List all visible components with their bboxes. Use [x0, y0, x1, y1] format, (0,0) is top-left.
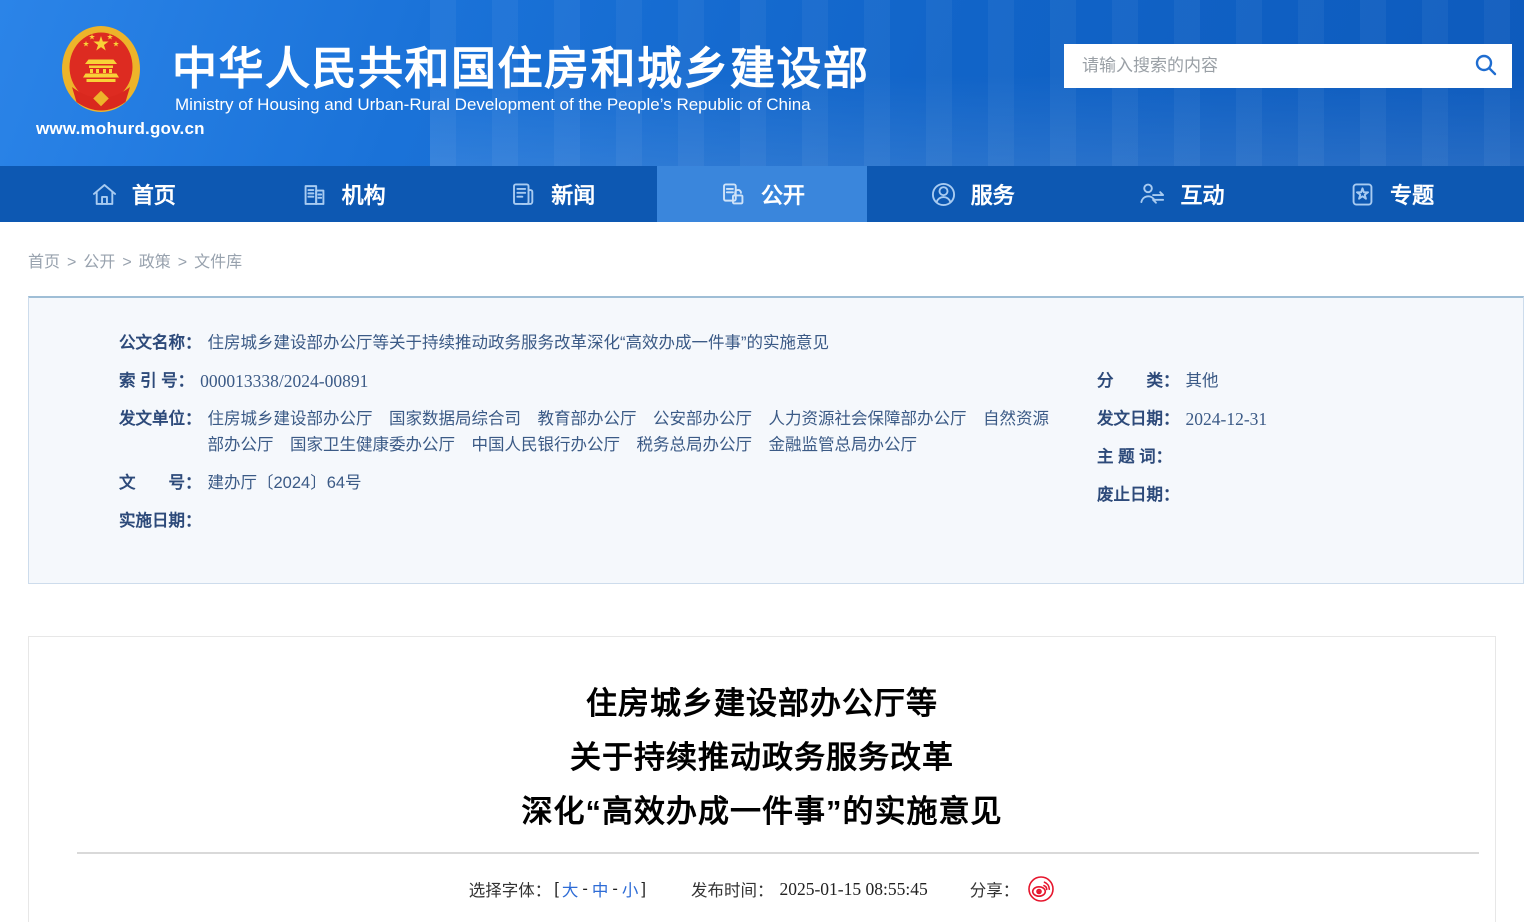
nav-label: 服务: [971, 178, 1015, 210]
weibo-icon[interactable]: [1027, 875, 1055, 903]
interaction-icon: [1138, 180, 1167, 209]
index-number-label: 索 引 号：: [119, 368, 194, 394]
breadcrumb-separator: >: [67, 254, 76, 271]
category-label: 分 类：: [1097, 368, 1180, 394]
main-navigation: 首页 机构 新闻: [0, 166, 1524, 222]
meta-row-repeal-date: 废止日期：: [1097, 482, 1483, 508]
implementation-date-label: 实施日期：: [119, 508, 202, 534]
search-icon: [1473, 52, 1499, 81]
nav-inner: 首页 机构 新闻: [28, 166, 1496, 222]
document-meta-box: 公文名称： 住房城乡建设部办公厅等关于持续推动政务服务改革深化“高效办成一件事”…: [28, 296, 1524, 584]
search-button[interactable]: [1460, 44, 1512, 88]
search-box: [1064, 44, 1512, 88]
service-icon: [929, 180, 958, 209]
article-title-line1: 住房城乡建设部办公厅等: [29, 677, 1495, 731]
nav-label: 互动: [1180, 178, 1224, 210]
breadcrumb: 首页 > 公开 > 政策 > 文件库: [28, 248, 1496, 270]
font-bracket-open: [: [554, 880, 559, 899]
repeal-date-label: 废止日期：: [1097, 482, 1180, 508]
font-dash: -: [582, 880, 588, 899]
meta-row-name: 公文名称： 住房城乡建设部办公厅等关于持续推动政务服务改革深化“高效办成一件事”…: [119, 330, 1483, 356]
meta-row-docnum: 文 号： 建办厅〔2024〕64号: [119, 470, 1049, 496]
meta-row-issue-date: 发文日期： 2024-12-31: [1097, 406, 1483, 432]
breadcrumb-separator: >: [122, 254, 131, 271]
font-size-small-button[interactable]: 小: [622, 877, 639, 901]
issuing-unit-label: 发文单位：: [119, 406, 202, 458]
nav-item-interaction[interactable]: 互动: [1077, 166, 1287, 222]
nav-label: 首页: [132, 178, 176, 210]
meta-columns: 索 引 号： 000013338/2024-00891 发文单位： 住房城乡建设…: [119, 368, 1483, 546]
meta-row-category: 分 类： 其他: [1097, 368, 1483, 394]
meta-row-issuer: 发文单位： 住房城乡建设部办公厅 国家数据局综合司 教育部办公厅 公安部办公厅 …: [119, 406, 1049, 458]
issuing-unit-value: 住房城乡建设部办公厅 国家数据局综合司 教育部办公厅 公安部办公厅 人力资源社会…: [202, 406, 1050, 458]
nav-item-news[interactable]: 新闻: [447, 166, 657, 222]
index-number-value: 000013338/2024-00891: [194, 368, 368, 394]
category-value: 其他: [1180, 368, 1219, 394]
issue-date-value: 2024-12-31: [1180, 406, 1268, 432]
article-title-line3: 深化“高效办成一件事”的实施意见: [29, 785, 1495, 839]
nav-label: 新闻: [551, 178, 595, 210]
nav-item-organization[interactable]: 机构: [238, 166, 448, 222]
article-toolbar: 选择字体： [ 大 - 中 - 小 ] 发布时间： 2025-01-15 08:…: [29, 875, 1495, 903]
doc-name-label: 公文名称：: [119, 330, 202, 356]
news-icon: [509, 180, 538, 209]
article-container: 住房城乡建设部办公厅等 关于持续推动政务服务改革 深化“高效办成一件事”的实施意…: [28, 636, 1496, 922]
implementation-date-value: [202, 508, 208, 534]
organization-icon: [300, 180, 329, 209]
nav-label: 专题: [1390, 178, 1434, 210]
share-label: 分享：: [970, 877, 1020, 901]
doc-name-value: 住房城乡建设部办公厅等关于持续推动政务服务改革深化“高效办成一件事”的实施意见: [202, 330, 830, 356]
meta-row-index: 索 引 号： 000013338/2024-00891: [119, 368, 1049, 394]
doc-number-value: 建办厅〔2024〕64号: [202, 470, 362, 496]
home-icon: [90, 180, 119, 209]
publish-time-value: 2025-01-15 08:55:45: [779, 879, 927, 900]
nav-item-disclosure[interactable]: 公开: [657, 166, 867, 222]
national-emblem-icon: [60, 24, 142, 116]
font-bracket-close: ]: [641, 880, 646, 899]
subject-words-label: 主 题 词：: [1097, 444, 1172, 470]
meta-row-implementation-date: 实施日期：: [119, 508, 1049, 534]
breadcrumb-document-library[interactable]: 文件库: [194, 254, 242, 271]
site-url: www.mohurd.gov.cn: [36, 119, 205, 139]
doc-number-label: 文 号：: [119, 470, 202, 496]
meta-left-column: 索 引 号： 000013338/2024-00891 发文单位： 住房城乡建设…: [119, 368, 1049, 546]
font-size-medium-button[interactable]: 中: [592, 877, 609, 901]
breadcrumb-home[interactable]: 首页: [28, 254, 60, 271]
meta-right-column: 分 类： 其他 发文日期： 2024-12-31 主 题 词： 废止日期：: [1049, 368, 1483, 546]
title-divider: [77, 852, 1479, 854]
breadcrumb-separator: >: [178, 254, 187, 271]
font-dash: -: [612, 880, 618, 899]
nav-item-topics[interactable]: 专题: [1286, 166, 1496, 222]
site-header: www.mohurd.gov.cn 中华人民共和国住房和城乡建设部 Minist…: [0, 0, 1524, 166]
subject-words-value: [1172, 444, 1178, 470]
nav-label: 公开: [761, 178, 805, 210]
breadcrumb-policy[interactable]: 政策: [139, 254, 171, 271]
breadcrumb-disclosure[interactable]: 公开: [83, 254, 115, 271]
meta-row-subject: 主 题 词：: [1097, 444, 1483, 470]
topics-icon: [1348, 180, 1377, 209]
article-title-line2: 关于持续推动政务服务改革: [29, 731, 1495, 785]
nav-item-home[interactable]: 首页: [28, 166, 238, 222]
site-title-cn: 中华人民共和国住房和城乡建设部: [172, 32, 870, 97]
article-title: 住房城乡建设部办公厅等 关于持续推动政务服务改革 深化“高效办成一件事”的实施意…: [29, 677, 1495, 839]
publish-time-label: 发布时间：: [691, 877, 774, 901]
issue-date-label: 发文日期：: [1097, 406, 1180, 432]
search-input[interactable]: [1064, 44, 1460, 88]
repeal-date-value: [1180, 482, 1186, 508]
font-size-label: 选择字体：: [469, 877, 552, 901]
site-title-en: Ministry of Housing and Urban-Rural Deve…: [175, 95, 811, 115]
nav-item-service[interactable]: 服务: [867, 166, 1077, 222]
disclosure-icon: [719, 180, 748, 209]
font-size-large-button[interactable]: 大: [562, 877, 579, 901]
nav-label: 机构: [342, 178, 386, 210]
